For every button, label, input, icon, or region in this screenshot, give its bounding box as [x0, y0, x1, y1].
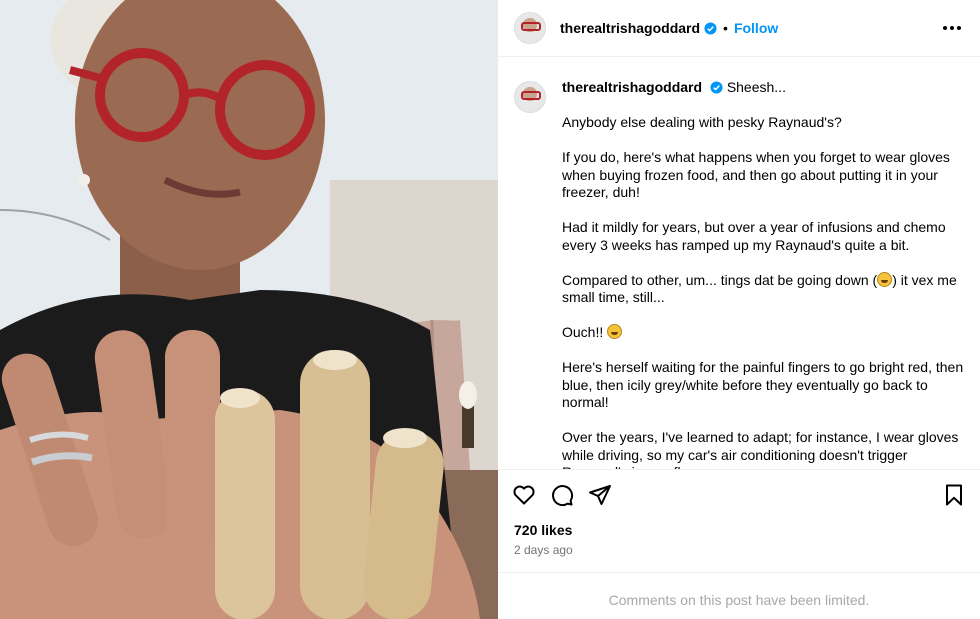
username[interactable]: therealtrishagoddard: [560, 20, 700, 36]
caption-paragraph-ouch: Ouch!!: [562, 324, 964, 342]
caption-paragraph-compared: Compared to other, um... tings dat be go…: [562, 271, 957, 305]
caption-paragraph: Anybody else dealing with pesky Raynaud'…: [562, 114, 842, 130]
grimacing-emoji-icon: [607, 324, 623, 339]
post-sidebar: therealtrishagoddard • Follow therealtri…: [498, 0, 980, 619]
separator-dot: •: [723, 20, 728, 36]
share-icon[interactable]: [588, 483, 612, 507]
caption-paragraph: Had it mildly for years, but over a year…: [562, 219, 946, 253]
avatar[interactable]: [514, 12, 546, 44]
comments-limited-notice: Comments on this post have been limited.: [498, 572, 980, 619]
heart-icon[interactable]: [512, 483, 536, 507]
caption-username[interactable]: therealtrishagoddard: [562, 79, 702, 95]
likes-count[interactable]: 720 likes: [514, 522, 572, 538]
caption-avatar[interactable]: [514, 81, 546, 113]
follow-button[interactable]: Follow: [734, 20, 778, 36]
caption-paragraph: Over the years, I've learned to adapt; f…: [562, 429, 959, 469]
caption-area: therealtrishagoddard Sheesh... Anybody e…: [498, 57, 980, 469]
post-timestamp[interactable]: 2 days ago: [514, 543, 573, 557]
comment-icon[interactable]: [550, 483, 574, 507]
caption-paragraph: If you do, here's what happens when you …: [562, 149, 950, 200]
sweat-smile-emoji-icon: [877, 271, 893, 287]
action-bar: 720 likes 2 days ago: [498, 469, 980, 572]
caption-first-line: Sheesh...: [726, 79, 786, 95]
bookmark-icon[interactable]: [942, 483, 966, 507]
photo-illustration: [0, 0, 498, 619]
verified-badge-icon: [710, 81, 723, 94]
post-header: therealtrishagoddard • Follow: [498, 0, 980, 57]
verified-badge-icon: [704, 21, 717, 35]
caption-text: therealtrishagoddard Sheesh... Anybody e…: [562, 79, 964, 469]
post-photo[interactable]: [0, 0, 498, 619]
caption-paragraph: Here's herself waiting for the painful f…: [562, 359, 964, 410]
more-options-icon[interactable]: [942, 18, 962, 38]
